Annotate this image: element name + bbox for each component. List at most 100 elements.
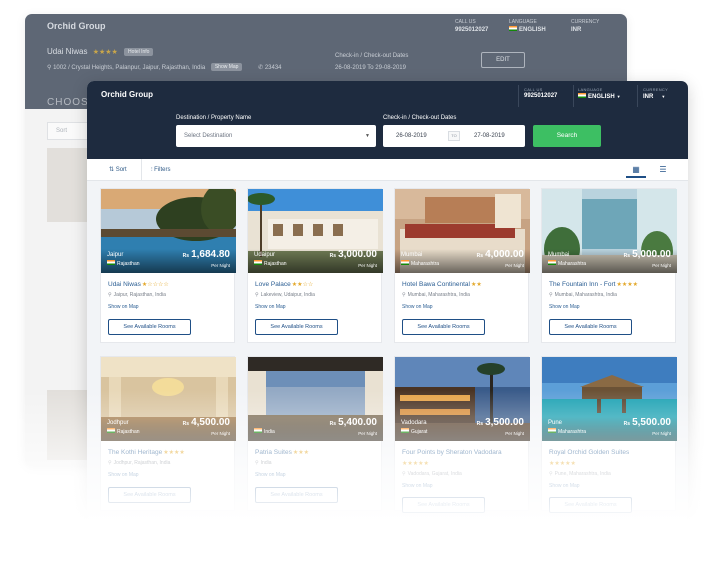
- show-on-map-link[interactable]: Show on Map: [402, 483, 433, 489]
- india-flag-icon: [254, 428, 262, 433]
- hotel-card: Mumbai Maharashtra Rs 5,000.00 Per Night …: [541, 188, 677, 343]
- hotel-photo: Vadodara Gujarat Rs 3,500.00 Per Night: [395, 357, 530, 441]
- show-on-map-link[interactable]: Show on Map: [255, 472, 286, 478]
- hotel-card: Mumbai Maharashtra Rs 4,000.00 Per Night …: [394, 188, 530, 343]
- hotel-info-pill[interactable]: Hotel Info: [124, 48, 154, 56]
- show-on-map-link[interactable]: Show on Map: [108, 472, 139, 478]
- per-night-label: Per Night: [211, 263, 230, 268]
- divider: [141, 159, 142, 181]
- per-night-label: Per Night: [652, 431, 671, 436]
- show-on-map-link[interactable]: Show on Map: [549, 483, 580, 489]
- hotel-photo: Mumbai Maharashtra Rs 5,000.00 Per Night: [542, 189, 677, 273]
- see-available-rooms-button[interactable]: See Available Rooms: [255, 319, 338, 335]
- hotel-name[interactable]: Love Palace★★☆☆: [255, 281, 313, 288]
- chevron-down-icon: ▼: [661, 94, 666, 99]
- hotel-city: Jaipur: [107, 252, 124, 258]
- hotel-price: Rs 5,400.00: [329, 417, 377, 428]
- hotel-city: Pune: [548, 420, 563, 426]
- brand-logo[interactable]: Orchid Group: [101, 90, 153, 99]
- per-night-label: Per Night: [358, 263, 377, 268]
- show-on-map-link[interactable]: Show on Map: [549, 304, 580, 310]
- hotel-state: Maharashtra: [548, 428, 586, 435]
- sort-icon: ⇅: [109, 167, 116, 173]
- chevron-down-icon: ▼: [365, 133, 370, 139]
- hotel-card: India Rs 5,400.00 Per Night Patria Suites…: [247, 356, 383, 511]
- hotel-name[interactable]: Udai Niwas★☆☆☆☆: [108, 281, 169, 288]
- india-flag-icon: [548, 428, 556, 433]
- date-range-field[interactable]: 26-08-2019 TO 27-08-2019: [383, 125, 525, 147]
- results-toolbar: ⇅ Sort ⫶ Filters ▦ ☰: [87, 159, 688, 181]
- destination-select[interactable]: Select Destination ▼: [176, 125, 376, 147]
- see-available-rooms-button[interactable]: See Available Rooms: [402, 497, 485, 513]
- hotel-city: Udaipur: [254, 252, 276, 258]
- pin-icon: ⚲: [549, 471, 553, 477]
- hotel-price: Rs 5,500.00: [623, 417, 671, 428]
- edit-button[interactable]: EDIT: [481, 52, 525, 68]
- hotel-photo: Mumbai Maharashtra Rs 4,000.00 Per Night: [395, 189, 530, 273]
- checkin-date[interactable]: 26-08-2019: [396, 133, 427, 139]
- see-available-rooms-button[interactable]: See Available Rooms: [549, 319, 632, 335]
- per-night-label: Per Night: [211, 431, 230, 436]
- hotel-name[interactable]: Hotel Bawa Continental★★: [402, 281, 482, 288]
- hotel-state: Rajasthan: [107, 260, 140, 267]
- hotel-price: Rs 5,000.00: [623, 249, 671, 260]
- hotel-card: Jaipur Rajasthan Rs 1,684.80 Per Night Ud…: [100, 188, 236, 343]
- background-checkin: Check-in / Check-out Dates 26-08-2019 To…: [335, 53, 409, 71]
- filters-button[interactable]: ⫶ Filters: [151, 159, 171, 181]
- pin-icon: ⚲: [108, 292, 112, 298]
- pin-icon: ⚲: [402, 471, 406, 477]
- language-select[interactable]: LANGUAGE ENGLISH ▼: [578, 86, 621, 101]
- sort-button[interactable]: ⇅ Sort: [109, 159, 127, 181]
- currency-select[interactable]: CURRENCY INR ▼: [643, 86, 668, 101]
- header: Orchid Group CALL US 9925012027 LANGUAGE…: [87, 81, 688, 159]
- hotel-photo: Pune Maharashtra Rs 5,500.00 Per Night: [542, 357, 677, 441]
- search-button[interactable]: Search: [533, 125, 601, 147]
- hotel-city: Mumbai: [548, 252, 570, 258]
- see-available-rooms-button[interactable]: See Available Rooms: [108, 319, 191, 335]
- see-available-rooms-button[interactable]: See Available Rooms: [255, 487, 338, 503]
- dates-label: Check-in / Check-out Dates: [383, 115, 457, 121]
- show-map-pill[interactable]: Show Map: [210, 63, 243, 71]
- divider: [637, 85, 638, 107]
- star-rating: ★★★★★: [549, 461, 576, 467]
- divider: [518, 85, 519, 107]
- hotel-name[interactable]: The Kothi Heritage★★★★: [108, 449, 185, 456]
- per-night-label: Per Night: [505, 263, 524, 268]
- hotel-name[interactable]: The Fountain Inn - Fort★★★★: [549, 281, 638, 288]
- see-available-rooms-button[interactable]: See Available Rooms: [402, 319, 485, 335]
- hotel-card: Pune Maharashtra Rs 5,500.00 Per Night Ro…: [541, 356, 677, 513]
- hotel-price: Rs 1,684.80: [182, 249, 230, 260]
- hotel-price: Rs 4,500.00: [182, 417, 230, 428]
- hotel-photo: Jaipur Rajasthan Rs 1,684.80 Per Night: [101, 189, 236, 273]
- hotel-price: Rs 3,000.00: [329, 249, 377, 260]
- star-rating: ★★★: [292, 450, 309, 456]
- see-available-rooms-button[interactable]: See Available Rooms: [549, 497, 632, 513]
- main-window: Orchid Group CALL US 9925012027 LANGUAGE…: [87, 81, 688, 521]
- background-address: ⚲ 1002 / Crystal Heights, Palanpur, Jaip…: [47, 63, 282, 71]
- background-sort-button[interactable]: Sort: [47, 122, 89, 140]
- hotel-name[interactable]: Royal Orchid Golden Suites: [549, 449, 629, 456]
- hotel-location: ⚲ Jaipur, Rajasthan, India: [108, 292, 166, 298]
- hotel-name[interactable]: Four Points by Sheraton Vadodara: [402, 449, 502, 456]
- list-view-toggle[interactable]: ☰: [653, 162, 673, 178]
- grid-view-toggle[interactable]: ▦: [626, 162, 646, 178]
- show-on-map-link[interactable]: Show on Map: [108, 304, 139, 310]
- hotel-state: Gujarat: [401, 428, 427, 435]
- star-rating: ★★: [470, 282, 482, 288]
- show-on-map-link[interactable]: Show on Map: [255, 304, 286, 310]
- call-us: CALL US 9925012027: [524, 87, 558, 99]
- per-night-label: Per Night: [652, 263, 671, 268]
- background-card-photo: [47, 148, 87, 222]
- hotel-name[interactable]: Patria Suites★★★: [255, 449, 309, 456]
- india-flag-icon: [254, 260, 262, 265]
- pin-icon: ⚲: [255, 460, 259, 466]
- india-flag-icon: [107, 428, 115, 433]
- hotel-price: Rs 3,500.00: [476, 417, 524, 428]
- checkout-date[interactable]: 27-08-2019: [474, 133, 505, 139]
- star-rating: ★☆☆☆☆: [141, 282, 169, 288]
- chevron-down-icon: ▼: [616, 94, 621, 99]
- see-available-rooms-button[interactable]: See Available Rooms: [108, 487, 191, 503]
- india-flag-icon: [578, 93, 586, 98]
- show-on-map-link[interactable]: Show on Map: [402, 304, 433, 310]
- hotel-location: ⚲ India: [255, 460, 272, 466]
